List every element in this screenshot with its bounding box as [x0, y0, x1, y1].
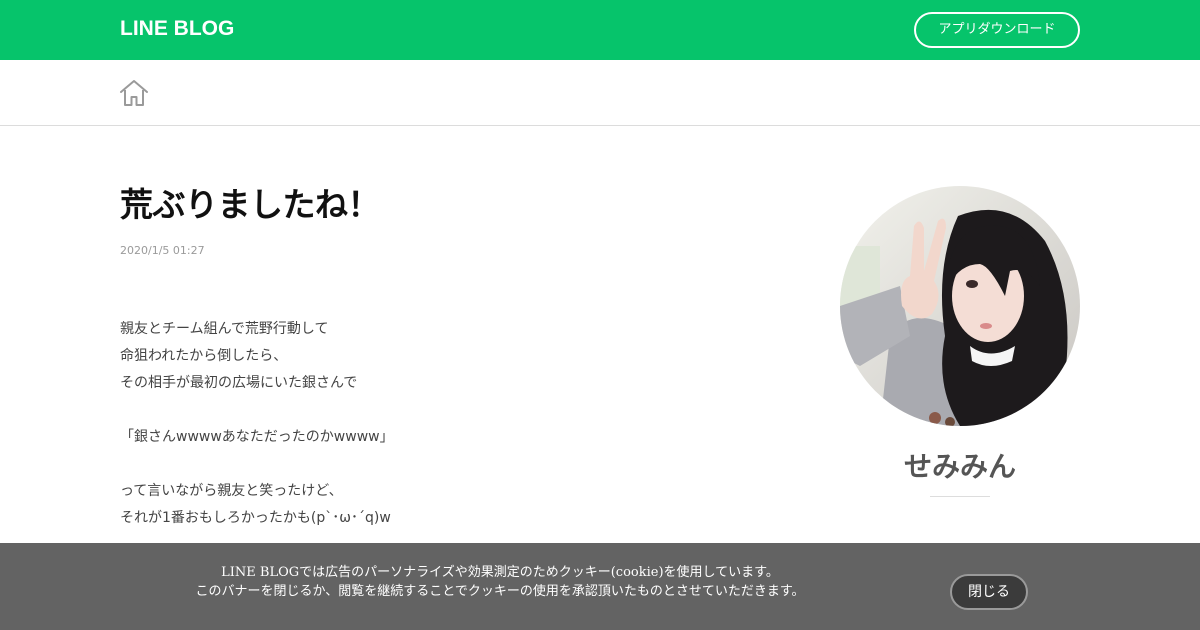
post-body-line: 親友とチーム組んで荒野行動して — [120, 321, 329, 337]
author-divider — [930, 496, 990, 497]
post-body-line: その相手が最初の広場にいた銀さんで — [120, 375, 358, 391]
top-bar: LINE BLOG アプリダウンロード — [0, 0, 1200, 60]
post-body-line: ​ — [120, 397, 760, 424]
post-date: 2020/1/5 01:27 — [120, 244, 205, 257]
post-body-line: 命狙われたから倒したら、 — [120, 348, 288, 364]
post-body-line: それが1番おもしろかったかも(p`･ω･´q)w — [120, 510, 391, 526]
cookie-close-button[interactable]: 閉じる — [950, 574, 1028, 610]
nav-bar — [0, 60, 1200, 126]
author-avatar[interactable] — [840, 186, 1080, 426]
app-download-button[interactable]: アプリダウンロード — [914, 12, 1080, 48]
post-body: 親友とチーム組んで荒野行動して 命狙われたから倒したら、 その相手が最初の広場に… — [120, 316, 760, 532]
line-blog-logo[interactable]: LINE BLOG — [120, 16, 234, 42]
cookie-notice-line: このバナーを閉じるか、閲覧を継続することでクッキーの使用を承認頂いたものとさせて… — [195, 584, 805, 599]
author-name[interactable]: せみみん — [840, 448, 1080, 486]
post-body-line: って言いながら親友と笑ったけど、 — [120, 483, 343, 499]
post-body-line: 「銀さんwwwwあなただったのかwwww」 — [120, 429, 394, 445]
post-body-line: ​ — [120, 451, 760, 478]
cookie-banner: LINE BLOGでは広告のパーソナライズや効果測定のためクッキー(cookie… — [0, 543, 1200, 630]
home-icon[interactable] — [119, 78, 149, 108]
cookie-notice: LINE BLOGでは広告のパーソナライズや効果測定のためクッキー(cookie… — [0, 563, 1000, 601]
post-title: 荒ぶりましたね！ — [120, 185, 381, 224]
cookie-notice-line: LINE BLOGでは広告のパーソナライズや効果測定のためクッキー(cookie… — [221, 565, 779, 580]
